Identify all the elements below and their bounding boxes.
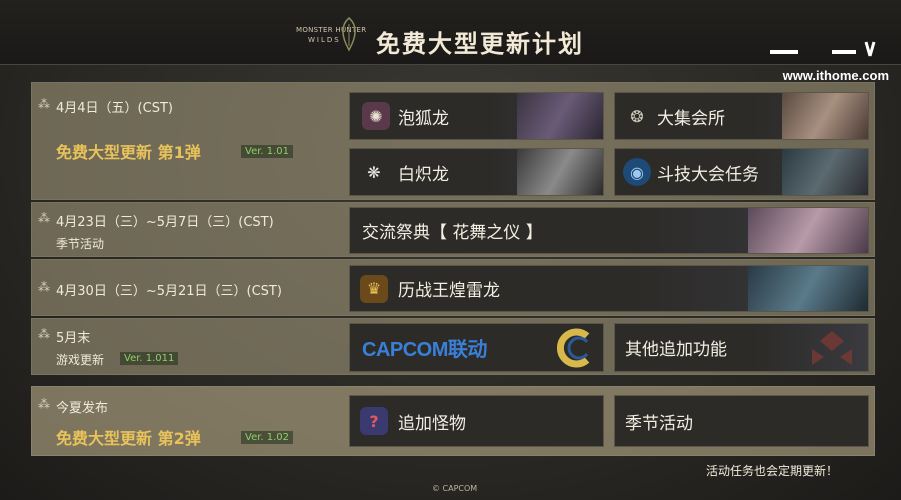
card-label: CAPCOM联动 xyxy=(362,339,487,361)
logo-emblem-icon xyxy=(342,17,356,52)
row-date: 4月23日（三）~5月7日（三）(CST) xyxy=(56,215,274,230)
festival-art xyxy=(748,208,868,253)
card-label: 泡狐龙 xyxy=(398,108,449,129)
card-label: 其他追加功能 xyxy=(625,340,727,360)
card-label: 大集会所 xyxy=(657,108,725,129)
row-date: 今夏发布 xyxy=(56,401,109,416)
capcom-c-icon xyxy=(556,328,590,368)
monster-icon: ✺ xyxy=(362,102,390,130)
version-badge: Ver. 1.02 xyxy=(241,431,294,444)
row-date: 4月30日（三）~5月21日（三）(CST) xyxy=(56,284,282,299)
row-bullet-icon: ⁂ xyxy=(38,97,50,111)
card-tempered-monster[interactable]: ♛ 历战王煌雷龙 xyxy=(349,265,869,312)
header-bar: MONSTER HUNTER WILDS 免费大型更新计划 xyxy=(0,0,901,65)
card-label: 历战王煌雷龙 xyxy=(398,281,500,301)
monster-art xyxy=(517,149,603,195)
card-grand-hub[interactable]: ❂ 大集会所 xyxy=(614,92,869,140)
card-label: 追加怪物 xyxy=(398,413,466,434)
schedule-row-4: ⁂ 5月末 游戏更新 Ver. 1.011 CAPCOM联动 其他追加功能 xyxy=(31,318,875,375)
row-headline: 免费大型更新 第2弹 xyxy=(56,429,201,448)
watermark-logo-icon xyxy=(770,41,876,57)
row-date: 4月4日（五）(CST) xyxy=(56,101,173,116)
monster-art xyxy=(748,266,868,311)
row-bullet-icon: ⁂ xyxy=(38,280,50,294)
game-logo: MONSTER HUNTER WILDS xyxy=(296,17,366,54)
card-white-wyvern[interactable]: ❋ 白炽龙 xyxy=(349,148,604,196)
monster-icon: ❋ xyxy=(367,162,381,182)
card-label: 斗技大会任务 xyxy=(657,164,759,185)
card-other-features[interactable]: 其他追加功能 xyxy=(614,323,869,372)
monster-art xyxy=(517,93,603,139)
schedule-row-2: ⁂ 4月23日（三）~5月7日（三）(CST) 季节活动 交流祭典【 花舞之仪 … xyxy=(31,202,875,257)
row-bullet-icon: ⁂ xyxy=(38,327,50,341)
footnote: 活动任务也会定期更新！ xyxy=(706,464,839,478)
card-label: 白炽龙 xyxy=(398,164,449,185)
row-subtitle: 季节活动 xyxy=(56,237,105,251)
hub-icon: ❂ xyxy=(630,106,644,126)
page-title: 免费大型更新计划 xyxy=(376,30,584,58)
schedule-row-3: ⁂ 4月30日（三）~5月21日（三）(CST) ♛ 历战王煌雷龙 xyxy=(31,259,875,316)
row-bullet-icon: ⁂ xyxy=(38,397,50,411)
version-badge: Ver. 1.011 xyxy=(120,352,179,365)
card-label: 季节活动 xyxy=(625,413,693,434)
card-new-monster[interactable]: ? 追加怪物 xyxy=(349,395,604,447)
arena-art xyxy=(782,149,868,195)
arena-icon: ◉ xyxy=(623,158,651,186)
copyright: © CAPCOM xyxy=(432,484,478,493)
card-festival-event[interactable]: 交流祭典【 花舞之仪 】 xyxy=(349,207,869,254)
hub-art xyxy=(782,93,868,139)
schedule-row-1: ⁂ 4月4日（五）(CST) 免费大型更新 第1弹 Ver. 1.01 ✺ 泡狐… xyxy=(31,82,875,200)
card-arena-quest[interactable]: ◉ 斗技大会任务 xyxy=(614,148,869,196)
row-date: 5月末 xyxy=(56,331,91,346)
row-subtitle: 游戏更新 xyxy=(56,353,105,367)
row-headline: 免费大型更新 第1弹 xyxy=(56,143,201,162)
card-capcom-collab[interactable]: CAPCOM联动 xyxy=(349,323,604,372)
card-label: 交流祭典【 花舞之仪 】 xyxy=(362,223,543,243)
row-bullet-icon: ⁂ xyxy=(38,211,50,225)
card-foxtail-wyvern[interactable]: ✺ 泡狐龙 xyxy=(349,92,604,140)
card-seasonal-event[interactable]: 季节活动 xyxy=(614,395,869,447)
schedule-row-5: ⁂ 今夏发布 免费大型更新 第2弹 Ver. 1.02 ? 追加怪物 季节活动 xyxy=(31,386,875,456)
watermark-text: www.ithome.com xyxy=(782,68,889,83)
monster-icon: ♛ xyxy=(360,274,388,303)
version-badge: Ver. 1.01 xyxy=(241,145,294,158)
unknown-monster-icon: ? xyxy=(360,407,388,435)
feature-emblem-icon xyxy=(812,331,852,365)
